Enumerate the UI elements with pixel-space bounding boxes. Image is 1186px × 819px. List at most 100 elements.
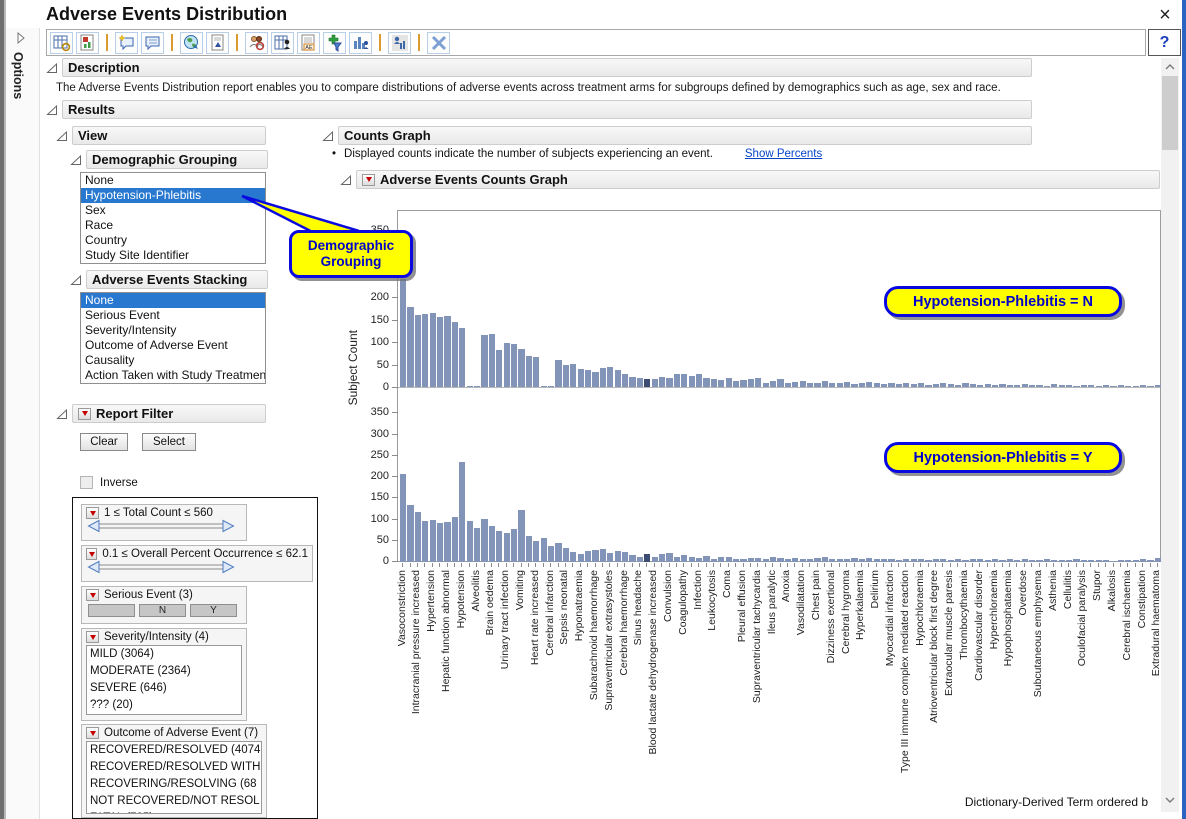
bar[interactable] — [822, 381, 828, 387]
vertical-scrollbar[interactable] — [1161, 58, 1179, 812]
bar[interactable] — [1125, 386, 1131, 387]
bar[interactable] — [785, 383, 791, 387]
bar[interactable] — [526, 536, 532, 562]
bar[interactable] — [733, 381, 739, 387]
bar[interactable] — [615, 551, 621, 562]
bar[interactable] — [481, 519, 487, 562]
bar[interactable] — [911, 384, 917, 387]
find-subjects-icon[interactable] — [245, 32, 268, 54]
bar[interactable] — [903, 383, 909, 388]
bar[interactable] — [1059, 385, 1065, 387]
bar[interactable] — [755, 378, 761, 387]
globe-icon[interactable] — [180, 32, 203, 54]
bar[interactable] — [629, 377, 635, 387]
expand-options-icon[interactable] — [16, 32, 26, 44]
bar[interactable] — [829, 383, 835, 387]
menu-triangle-icon[interactable] — [86, 631, 99, 643]
bar[interactable] — [578, 369, 584, 387]
scroll-down-icon[interactable] — [1161, 791, 1179, 808]
bar[interactable] — [740, 380, 746, 387]
bar[interactable] — [407, 307, 413, 387]
bar[interactable] — [400, 279, 406, 387]
bar[interactable] — [459, 328, 465, 387]
bar[interactable] — [689, 376, 695, 387]
inverse-checkbox[interactable] — [80, 476, 93, 489]
list-item[interactable]: RECOVERED/RESOLVED WITH — [87, 759, 261, 776]
bar[interactable] — [430, 313, 436, 387]
bar[interactable] — [770, 381, 776, 387]
bar[interactable] — [526, 356, 532, 388]
menu-triangle-icon[interactable] — [78, 408, 91, 420]
bar[interactable] — [1096, 386, 1102, 387]
bar[interactable] — [622, 374, 628, 388]
bar[interactable] — [851, 384, 857, 387]
bar[interactable] — [407, 505, 413, 562]
bar[interactable] — [814, 383, 820, 387]
bar[interactable] — [859, 383, 865, 387]
bar[interactable] — [415, 315, 421, 387]
select-button[interactable]: Select — [142, 433, 196, 451]
view-header-bar[interactable]: View — [72, 126, 266, 145]
menu-triangle-icon[interactable] — [362, 174, 375, 186]
bar[interactable] — [629, 555, 635, 562]
bar[interactable] — [511, 344, 517, 387]
bar[interactable] — [644, 554, 650, 562]
bar[interactable] — [696, 374, 702, 387]
bar[interactable] — [763, 383, 769, 388]
bar[interactable] — [1029, 385, 1035, 387]
list-item[interactable]: Study Site Identifier — [81, 248, 265, 263]
report-chart-icon[interactable] — [76, 32, 99, 54]
disclosure-icon[interactable] — [46, 104, 58, 116]
bar[interactable] — [459, 462, 465, 562]
bar[interactable] — [1118, 385, 1124, 387]
total-count-range-slider[interactable] — [86, 519, 236, 533]
bar[interactable] — [511, 529, 517, 562]
list-item[interactable]: Causality — [81, 353, 265, 368]
list-item[interactable]: Race — [81, 218, 265, 233]
bar[interactable] — [504, 533, 510, 562]
bar[interactable] — [474, 528, 480, 562]
disclosure-icon[interactable] — [46, 62, 58, 74]
report-filter-header-bar[interactable]: Report Filter — [72, 404, 266, 423]
bar[interactable] — [807, 383, 813, 388]
bar[interactable] — [1073, 386, 1079, 387]
list-item[interactable]: Sex — [81, 203, 265, 218]
bar[interactable] — [533, 357, 539, 387]
bar[interactable] — [1007, 385, 1013, 387]
show-percents-link[interactable]: Show Percents — [745, 148, 822, 160]
bar[interactable] — [652, 379, 658, 387]
list-item[interactable]: Action Taken with Study Treatmen — [81, 368, 265, 383]
demographic-grouping-header-bar[interactable]: Demographic Grouping — [86, 150, 268, 169]
serious-event-y-button[interactable]: Y — [190, 604, 237, 617]
list-item[interactable]: Severity/Intensity — [81, 323, 265, 338]
bar[interactable] — [933, 384, 939, 387]
bar[interactable] — [666, 553, 672, 562]
clear-selection-icon[interactable] — [427, 32, 450, 54]
bar[interactable] — [578, 554, 584, 562]
menu-triangle-icon[interactable] — [86, 589, 99, 601]
bar[interactable] — [600, 368, 606, 387]
bar[interactable] — [1066, 385, 1072, 387]
bar[interactable] — [518, 510, 524, 562]
bar[interactable] — [615, 370, 621, 387]
bar[interactable] — [533, 541, 539, 562]
bar[interactable] — [1133, 386, 1139, 387]
bar[interactable] — [622, 552, 628, 562]
bar[interactable] — [400, 474, 406, 562]
menu-triangle-icon[interactable] — [86, 548, 97, 560]
bar[interactable] — [474, 386, 480, 387]
bar[interactable] — [881, 384, 887, 387]
bar[interactable] — [496, 350, 502, 387]
disclosure-icon[interactable] — [56, 130, 68, 142]
list-item[interactable]: RECOVERED/RESOLVED (4074 — [87, 742, 261, 759]
list-item[interactable]: SEVERE (646) — [87, 680, 241, 697]
bar[interactable] — [659, 554, 665, 563]
bar[interactable] — [1110, 386, 1116, 387]
bar[interactable] — [592, 550, 598, 562]
bar[interactable] — [777, 379, 783, 387]
bar[interactable] — [948, 384, 954, 387]
bar[interactable] — [422, 314, 428, 387]
bar[interactable] — [800, 381, 806, 387]
list-item[interactable]: MODERATE (2364) — [87, 663, 241, 680]
bar[interactable] — [585, 370, 591, 387]
